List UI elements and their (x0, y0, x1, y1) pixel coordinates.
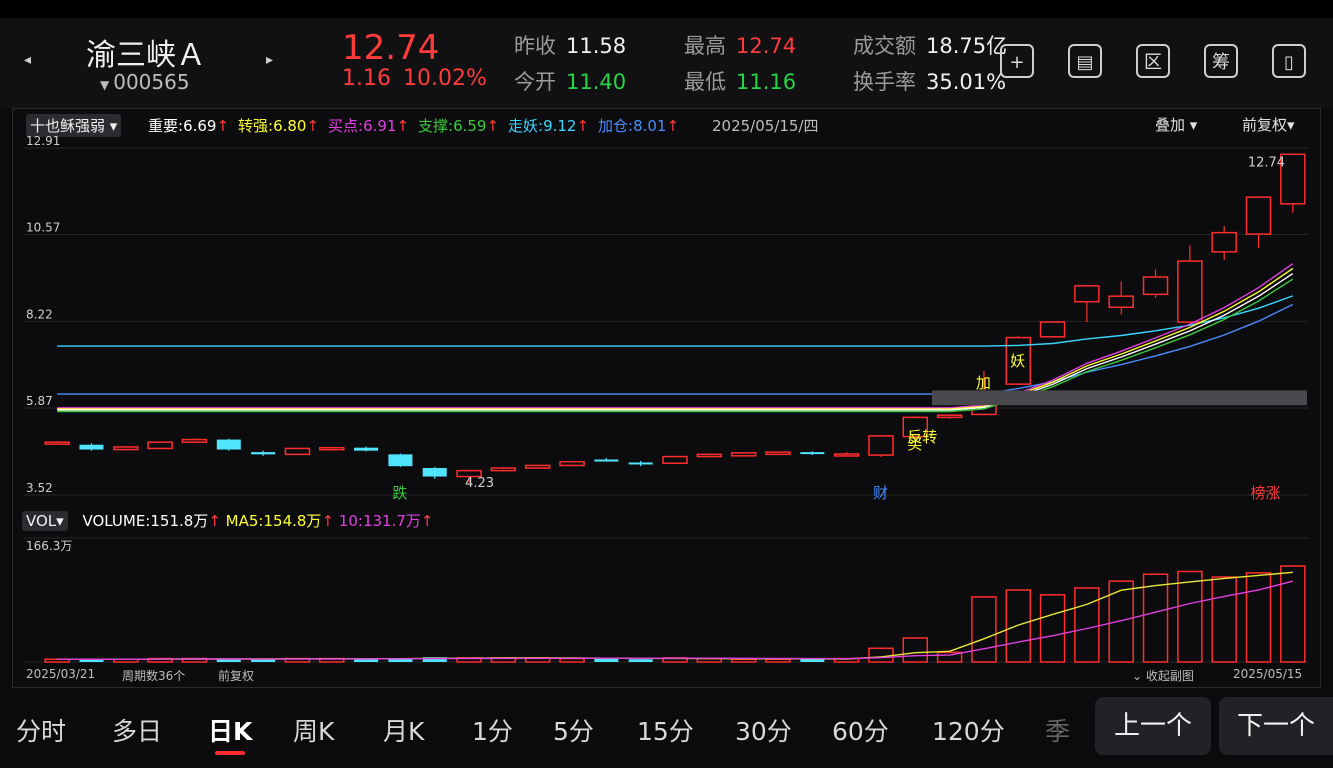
next-button[interactable]: 下一个 (1219, 697, 1333, 755)
candle-body (1074, 285, 1100, 303)
volume-bars-group (44, 565, 1306, 663)
tab-weekly-k[interactable]: 周K (293, 712, 334, 748)
end-date: 2025/05/15 (1233, 667, 1303, 681)
candle-body (730, 452, 757, 457)
tab-monthly-k[interactable]: 月K (383, 712, 424, 748)
candle-body (696, 453, 723, 458)
volume-bar (1039, 594, 1066, 663)
candle-body (284, 447, 311, 456)
volume-bar (1280, 565, 1306, 663)
high-price-label: 12.74 (1248, 155, 1285, 170)
volume-bar (1211, 576, 1237, 663)
tab-daily-k[interactable]: 日K (208, 712, 252, 748)
candle-body (765, 451, 791, 456)
volume-bar (1245, 572, 1272, 663)
candle-body (1177, 260, 1203, 323)
tab-multiday[interactable]: 多日 (112, 712, 162, 748)
candle-body (216, 439, 241, 450)
candle-body (628, 462, 653, 465)
add-signal: 加 (976, 374, 991, 392)
candle-body (1108, 295, 1134, 309)
down-signal-marker: 跌 (392, 484, 407, 502)
indicator-line-1 (57, 303, 1294, 395)
indicator-line-4 (57, 273, 1294, 411)
volume-bar (800, 659, 825, 662)
y-tick-label: 3.52 (26, 481, 53, 495)
ma5-value: MA5:154.8万↑ (225, 512, 335, 530)
candle-body (662, 455, 688, 464)
candle-body (251, 452, 276, 455)
y-tick-label: 12.91 (26, 134, 60, 148)
tab-season[interactable]: 季 (1045, 712, 1070, 748)
candle-body (936, 414, 963, 419)
tab-1min[interactable]: 1分 (472, 712, 513, 748)
candle-body (319, 446, 345, 451)
candles-group (44, 153, 1306, 483)
candle-body (559, 460, 585, 467)
tab-30min[interactable]: 30分 (735, 712, 792, 748)
footer-adjust: 前复权 (218, 669, 255, 683)
volume-bar (730, 658, 757, 663)
candle-body (1039, 321, 1066, 338)
collapse-subchart-button[interactable]: ⌄ 收起副图 (1132, 667, 1194, 684)
volume-bar (1177, 570, 1203, 663)
candle-body (354, 447, 379, 451)
start-date: 2025/03/21 (26, 667, 96, 681)
candle-body (422, 468, 447, 477)
candle-body (524, 464, 551, 469)
tab-60min[interactable]: 60分 (832, 712, 889, 748)
indicator-line-3 (57, 267, 1294, 410)
volume-bar (559, 657, 585, 663)
candle-body (79, 444, 104, 450)
candle-body (868, 435, 894, 456)
volume-indicator-bar: VOL▾ VOLUME:151.8万↑ MA5:154.8万↑ 10:131.7… (22, 510, 433, 531)
volume-bar (1074, 587, 1100, 663)
candle-body (594, 459, 619, 462)
period-count: 周期数36个 (122, 669, 186, 683)
candle-body (147, 441, 173, 450)
volume-bar (868, 647, 894, 663)
candle-body (113, 446, 139, 451)
volume-bar (902, 637, 929, 663)
candle-body (1245, 196, 1272, 235)
tab-120min[interactable]: 120分 (932, 712, 1005, 748)
finance-marker: 财 (873, 484, 888, 502)
tab-15min[interactable]: 15分 (637, 712, 694, 748)
kline-chart[interactable]: 12.9110.578.225.873.52 4.2312.74跌财榜涨反转买加妖… (0, 0, 1333, 768)
volume-max-label: 166.3万 (26, 539, 72, 553)
prev-button[interactable]: 上一个 (1095, 697, 1211, 755)
ma10-value: 10:131.7万↑ (338, 512, 434, 530)
y-tick-label: 5.87 (26, 394, 53, 408)
candle-body (181, 438, 208, 443)
candle-body (1211, 231, 1237, 253)
volume-bar (765, 658, 791, 663)
volume-selector[interactable]: VOL▾ (22, 511, 68, 531)
y-tick-label: 10.57 (26, 220, 60, 234)
tab-5min[interactable]: 5分 (553, 712, 594, 748)
low-price-label: 4.23 (465, 476, 494, 491)
volume-bar (1005, 589, 1031, 663)
resistance-band (932, 390, 1307, 406)
candle-body (833, 453, 860, 457)
volume-bar (971, 596, 997, 663)
candle-body (388, 454, 413, 467)
buy-signal: 买 (907, 435, 922, 453)
indicator-line-2 (57, 263, 1294, 409)
volume-bar (594, 658, 619, 662)
y-tick-label: 8.22 (26, 307, 53, 321)
top-list-marker: 榜涨 (1251, 484, 1281, 502)
candle-body (800, 452, 825, 455)
volume-ma10-line (57, 580, 1293, 660)
candle-body (1142, 276, 1169, 296)
volume-ma5-line (57, 571, 1293, 660)
candle-body (490, 467, 517, 472)
tab-fenshi[interactable]: 分时 (16, 712, 66, 748)
volume-value: VOLUME:151.8万↑ (82, 512, 221, 530)
candle-body (44, 441, 70, 445)
demon-signal: 妖 (1010, 352, 1025, 370)
active-tab-indicator (215, 751, 245, 755)
volume-bar (628, 659, 653, 662)
